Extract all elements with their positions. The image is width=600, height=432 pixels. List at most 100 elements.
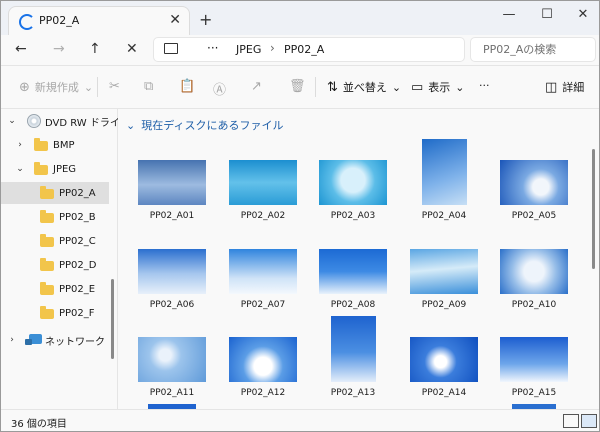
status-bar: 36 個の項目 — [1, 409, 599, 431]
file-name: PP02_A13 — [330, 388, 376, 398]
sidebar-item-pp02-e[interactable]: PP02_E — [1, 278, 109, 300]
view-button[interactable]: ▭ 表示 ⌄ — [411, 79, 465, 95]
file-view-scrollbar[interactable] — [592, 149, 595, 269]
navigation-pane: ⌄ DVD RW ドライブ › BMP ⌄ JPEG PP02_A PP02_B… — [1, 109, 130, 409]
chevron-down-icon: ⌄ — [455, 80, 465, 94]
search-box[interactable] — [471, 38, 595, 61]
view-icon: ▭ — [411, 79, 424, 95]
file-name: PP02_A02 — [240, 211, 286, 221]
large-icons-view-icon[interactable] — [581, 414, 597, 428]
minimize-button[interactable]: — — [499, 7, 519, 22]
cut-button[interactable]: ✂ — [109, 79, 120, 94]
close-button[interactable]: ✕ — [573, 7, 593, 22]
back-button[interactable]: ← — [15, 41, 27, 57]
tab-pp02-a[interactable]: PP02_A ✕ — [9, 7, 189, 35]
image-thumbnail — [331, 316, 376, 382]
new-item-button[interactable]: ⊕ 新規作成 ⌄ — [19, 79, 93, 95]
copy-icon: ⧉ — [144, 79, 154, 94]
file-name: PP02_A10 — [511, 300, 557, 310]
image-thumbnail — [500, 249, 568, 294]
command-bar: ⊕ 新規作成 ⌄ ✂ ⧉ 📋 Ⓐ ↗ 🗑 ⇅ 並べ替え ⌄ ▭ 表示 ⌄ ···… — [1, 66, 599, 109]
up-button[interactable]: ↑ — [89, 41, 101, 57]
file-name: PP02_A04 — [421, 211, 467, 221]
breadcrumb-overflow-button[interactable]: ··· — [207, 41, 218, 55]
dvd-drive-icon — [27, 114, 41, 128]
details-pane-icon: ◫ — [545, 79, 558, 95]
network-icon — [25, 334, 42, 345]
forward-button[interactable]: → — [53, 41, 65, 57]
folder-icon — [40, 186, 54, 199]
rename-button[interactable]: Ⓐ — [213, 79, 226, 98]
folder-icon — [40, 210, 54, 223]
image-thumbnail — [500, 160, 568, 205]
folder-icon — [40, 282, 54, 295]
file-name: PP02_A09 — [421, 300, 467, 310]
maximize-button[interactable]: ☐ — [537, 7, 557, 22]
item-count: 36 個の項目 — [11, 419, 67, 430]
chevron-right-icon[interactable]: › — [15, 140, 25, 150]
sidebar-item-pp02-f[interactable]: PP02_F — [1, 302, 109, 324]
group-header-label: 現在ディスクにあるファイル — [141, 119, 284, 132]
sidebar-item-dvd-drive[interactable]: ⌄ DVD RW ドライブ — [1, 110, 130, 132]
delete-button[interactable]: 🗑 — [289, 79, 306, 94]
breadcrumb-pp02-a[interactable]: PP02_A — [284, 43, 324, 56]
chevron-down-icon: ⌄ — [83, 80, 94, 94]
image-thumbnail — [422, 139, 467, 205]
sidebar-item-pp02-c[interactable]: PP02_C — [1, 230, 109, 252]
image-thumbnail — [138, 249, 206, 294]
image-thumbnail — [410, 249, 478, 294]
image-thumbnail — [229, 160, 297, 205]
cut-icon: ✂ — [109, 79, 120, 94]
details-label: 詳細 — [562, 81, 585, 94]
address-bar[interactable]: ··· JPEG › PP02_A — [154, 38, 464, 61]
details-button[interactable]: ◫ 詳細 — [545, 79, 584, 95]
image-thumbnail — [229, 337, 297, 382]
paste-button[interactable]: 📋 — [179, 79, 195, 94]
sidebar-item-label: ネットワーク — [45, 336, 105, 348]
chevron-down-icon[interactable]: ⌄ — [7, 116, 17, 126]
divider — [315, 77, 316, 97]
loading-icon — [19, 14, 35, 30]
sidebar-item-network[interactable]: › ネットワーク — [1, 329, 109, 351]
sort-button[interactable]: ⇅ 並べ替え ⌄ — [327, 79, 401, 95]
image-thumbnail — [229, 249, 297, 294]
folder-icon — [40, 234, 54, 247]
tab-title: PP02_A — [39, 14, 80, 27]
sidebar-item-jpeg[interactable]: ⌄ JPEG — [1, 158, 109, 180]
group-header[interactable]: ⌄ 現在ディスクにあるファイル — [126, 117, 283, 133]
sidebar-item-label: PP02_F — [59, 307, 95, 319]
tab-close-icon[interactable]: ✕ — [169, 12, 181, 28]
cancel-load-button[interactable]: ✕ — [126, 41, 138, 57]
search-input[interactable] — [481, 42, 595, 57]
image-thumbnail — [138, 160, 206, 205]
chevron-down-icon[interactable]: ⌄ — [15, 164, 25, 174]
copy-button[interactable]: ⧉ — [144, 79, 153, 94]
breadcrumb-separator: › — [270, 41, 275, 55]
sidebar-item-pp02-d[interactable]: PP02_D — [1, 254, 109, 276]
details-view-icon[interactable] — [563, 414, 579, 428]
file-explorer-window: PP02_A ✕ + — ☐ ✕ ← → ↑ ✕ ··· JPEG › PP02… — [0, 0, 600, 432]
folder-icon — [40, 258, 54, 271]
image-thumbnail — [138, 337, 206, 382]
new-tab-button[interactable]: + — [199, 10, 212, 29]
delete-icon: 🗑 — [289, 79, 306, 94]
chevron-right-icon[interactable]: › — [7, 335, 17, 345]
file-name: PP02_A08 — [330, 300, 376, 310]
sidebar-scrollbar[interactable] — [111, 279, 114, 359]
file-name: PP02_A01 — [149, 211, 195, 221]
this-pc-icon[interactable] — [164, 43, 178, 54]
file-name: PP02_A05 — [511, 211, 557, 221]
sidebar-item-label: PP02_D — [59, 259, 97, 271]
image-thumbnail — [410, 337, 478, 382]
chevron-down-icon: ⌄ — [126, 118, 136, 132]
image-thumbnail — [319, 160, 387, 205]
more-options-button[interactable]: ··· — [479, 79, 490, 92]
sidebar-item-label: PP02_A — [59, 187, 96, 199]
breadcrumb-jpeg[interactable]: JPEG — [236, 43, 261, 56]
sidebar-item-label: PP02_B — [59, 211, 96, 223]
sidebar-item-pp02-b[interactable]: PP02_B — [1, 206, 109, 228]
share-button[interactable]: ↗ — [251, 79, 262, 94]
sidebar-item-label: JPEG — [53, 163, 77, 175]
sidebar-item-bmp[interactable]: › BMP — [1, 134, 109, 156]
sidebar-item-pp02-a[interactable]: PP02_A — [1, 182, 109, 204]
